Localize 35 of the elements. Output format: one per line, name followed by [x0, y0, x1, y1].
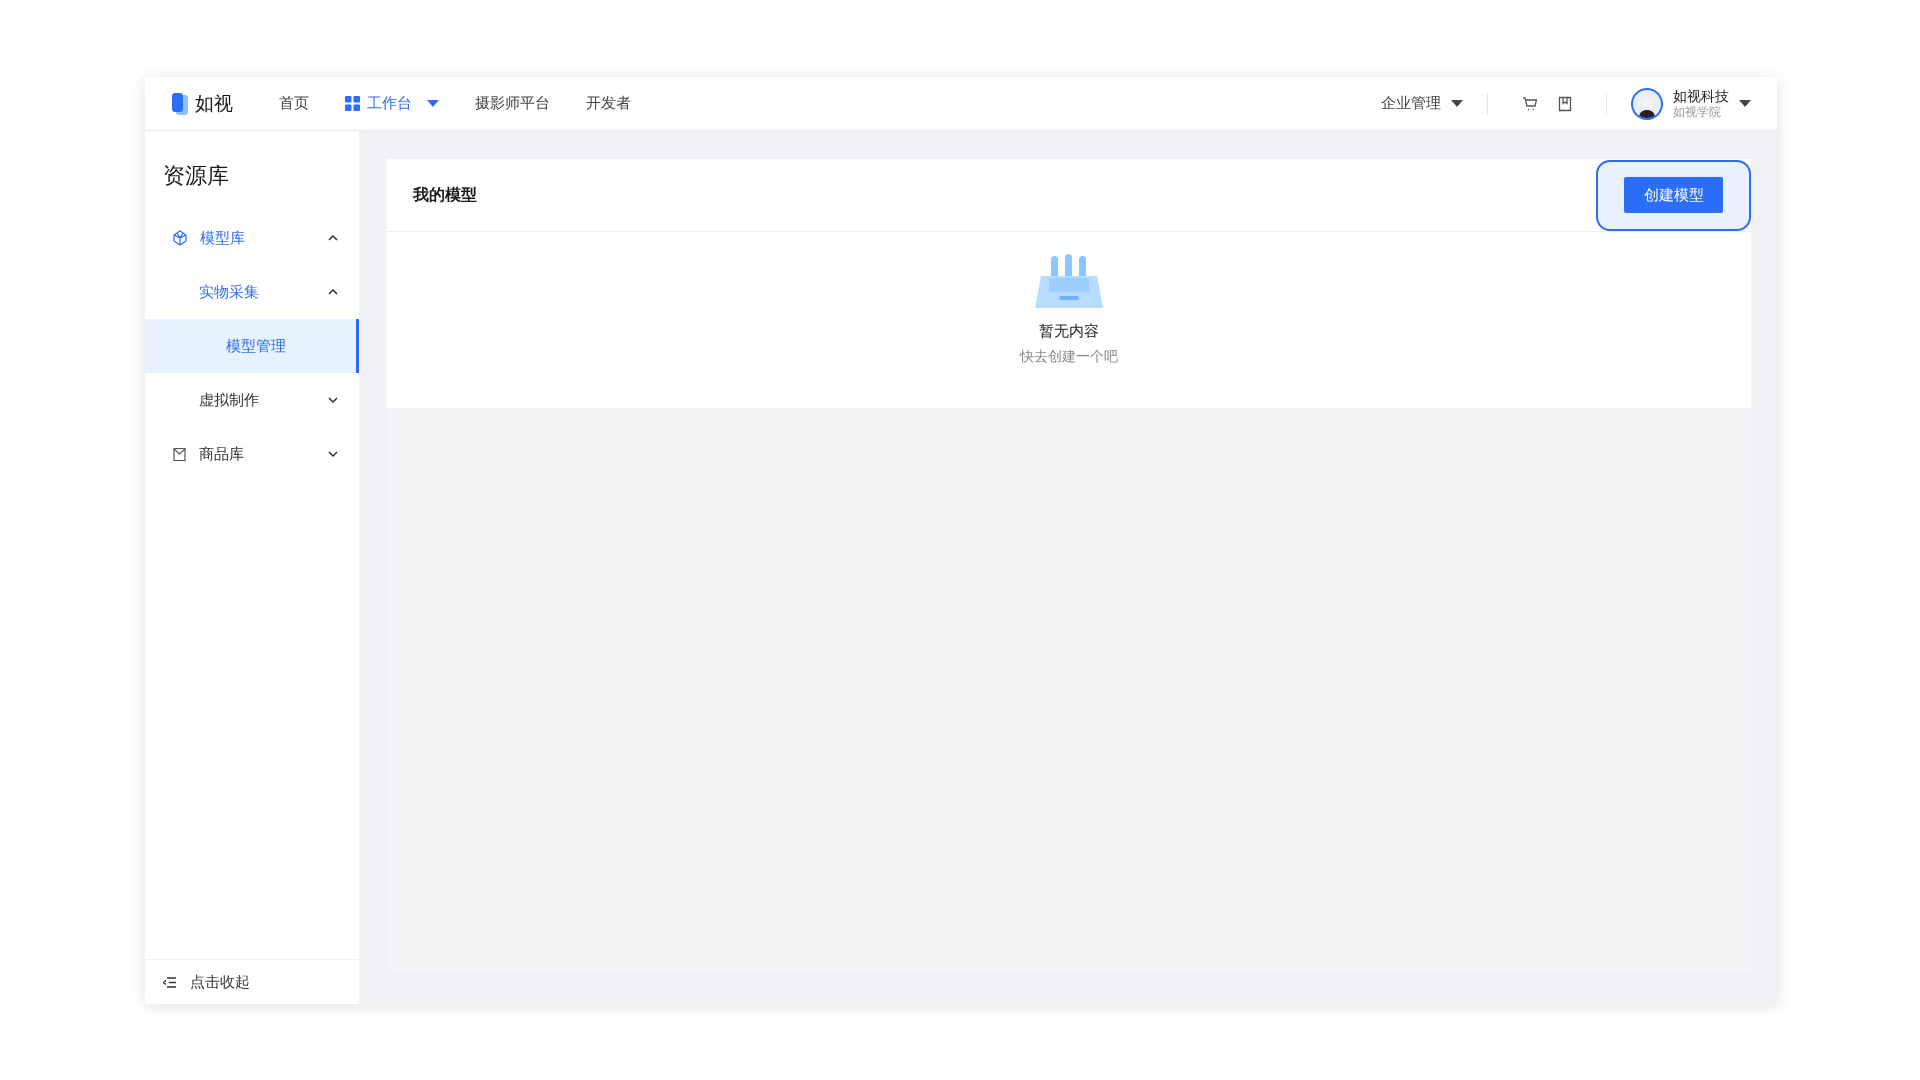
sidebar-item[interactable]: 商品库 — [145, 427, 359, 481]
sidebar-title: 资源库 — [162, 162, 230, 190]
sidebar-item[interactable]: 模型管理 — [145, 319, 359, 373]
book-icon[interactable] — [1558, 95, 1572, 112]
cart-icon[interactable] — [1522, 95, 1538, 112]
user-name: 如视科技 — [1673, 87, 1729, 105]
account-menu[interactable]: 企业管理 — [1381, 94, 1463, 113]
nav-tab[interactable]: 开发者 — [586, 94, 631, 113]
empty-title: 暂无内容 — [1039, 322, 1099, 341]
caret-icon — [1451, 99, 1463, 108]
nav-tab[interactable]: 摄影师平台 — [475, 94, 550, 113]
logo-icon — [171, 91, 189, 116]
collapse-icon — [163, 976, 176, 988]
create-button[interactable]: 创建模型 — [1624, 177, 1723, 213]
sidebar-item[interactable]: 模型库 — [145, 211, 359, 265]
sidebar-item[interactable]: 实物采集 — [145, 265, 359, 319]
caret-icon — [1739, 99, 1751, 108]
chevron-down-icon — [328, 451, 338, 457]
user-org: 如视学院 — [1673, 104, 1722, 120]
grid-icon — [345, 96, 360, 111]
nav-tab[interactable]: 工作台 — [345, 94, 439, 113]
user-menu[interactable]: 如视科技 如视学院 — [1631, 87, 1751, 120]
sidebar-item[interactable]: 虚拟制作 — [145, 373, 359, 427]
chevron-up-icon — [328, 289, 338, 295]
chevron-up-icon — [328, 235, 338, 241]
collapse-button[interactable]: 点击收起 — [145, 959, 359, 1004]
empty-hint: 快去创建一个吧 — [1020, 348, 1118, 366]
bag-icon — [172, 446, 187, 462]
cube-icon — [172, 230, 188, 246]
empty-box-icon — [1035, 254, 1103, 308]
avatar — [1631, 87, 1663, 120]
chevron-down-icon — [328, 397, 338, 403]
nav-tab[interactable]: 首页 — [279, 94, 309, 113]
panel-title: 我的模型 — [413, 184, 477, 206]
brand-name: 如视 — [195, 90, 233, 116]
